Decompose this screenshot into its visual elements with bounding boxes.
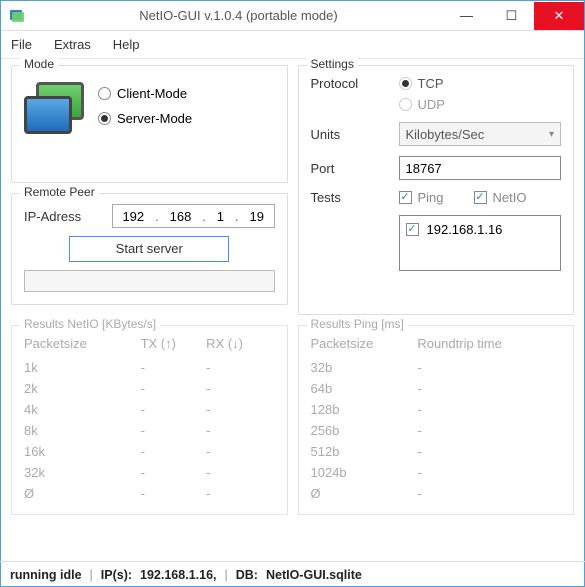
peer-listbox[interactable]: ✓ 192.168.1.16: [399, 215, 562, 271]
protocol-label: Protocol: [311, 76, 391, 91]
col-packetsize: Packetsize: [311, 334, 418, 357]
units-select[interactable]: Kilobytes/Sec ▾: [399, 122, 562, 146]
ip-label: IP-Adress: [24, 209, 104, 224]
radio-icon: [98, 87, 111, 100]
ip-octet-2: 168: [170, 209, 192, 224]
mode-title: Mode: [20, 57, 58, 71]
status-ips-label: IP(s):: [101, 568, 132, 582]
ip-octet-1: 192: [122, 209, 144, 224]
peer-ip: 192.168.1.16: [427, 222, 503, 237]
col-rtt: Roundtrip time: [417, 334, 561, 357]
status-db-label: DB:: [236, 568, 258, 582]
table-row: 128b-: [311, 399, 562, 420]
ip-address-input[interactable]: 192. 168. 1. 19: [112, 204, 275, 228]
table-row: Ø-: [311, 483, 562, 504]
col-rx: RX (↓): [206, 334, 274, 357]
table-row: 32b-: [311, 357, 562, 378]
ip-octet-4: 19: [250, 209, 264, 224]
app-icon: [9, 8, 25, 24]
table-row: 16k--: [24, 441, 275, 462]
radio-udp[interactable]: UDP: [399, 97, 445, 112]
table-row: 4k--: [24, 399, 275, 420]
port-label: Port: [311, 161, 391, 176]
menu-extras[interactable]: Extras: [54, 37, 91, 52]
check-icon: ✓: [406, 223, 419, 236]
check-icon: ✓: [399, 191, 412, 204]
remote-peer-title: Remote Peer: [20, 185, 99, 199]
table-row: 512b-: [311, 441, 562, 462]
settings-group: Settings Protocol TCP UDP Units: [298, 65, 575, 315]
radio-server-label: Server-Mode: [117, 111, 192, 126]
units-label: Units: [311, 127, 391, 142]
checkbox-ping[interactable]: ✓ Ping: [399, 190, 444, 205]
remote-peer-group: Remote Peer IP-Adress 192. 168. 1. 19 St…: [11, 193, 288, 305]
table-row: Ø--: [24, 483, 275, 504]
port-value: 18767: [406, 161, 442, 176]
progress-bar: [24, 270, 275, 292]
results-netio-table: Packetsize TX (↑) RX (↓) 1k--2k--4k--8k-…: [24, 334, 275, 504]
tests-label: Tests: [311, 190, 391, 205]
port-input[interactable]: 18767: [399, 156, 562, 180]
results-ping-title: Results Ping [ms]: [307, 317, 408, 331]
radio-tcp[interactable]: TCP: [399, 76, 445, 91]
titlebar: NetIO-GUI v.1.0.4 (portable mode) — ☐ ✕: [1, 1, 584, 31]
udp-label: UDP: [418, 97, 445, 112]
col-tx: TX (↑): [141, 334, 207, 357]
netio-label: NetIO: [493, 190, 527, 205]
statusbar: running idle | IP(s): 192.168.1.16, | DB…: [0, 561, 585, 587]
monitors-icon: [24, 82, 84, 142]
ping-label: Ping: [418, 190, 444, 205]
start-server-button[interactable]: Start server: [69, 236, 229, 262]
radio-icon: [98, 112, 111, 125]
checkbox-netio[interactable]: ✓ NetIO: [474, 190, 527, 205]
radio-icon: [399, 77, 412, 90]
table-row: 2k--: [24, 378, 275, 399]
radio-icon: [399, 98, 412, 111]
menubar: File Extras Help: [1, 31, 584, 59]
menu-help[interactable]: Help: [113, 37, 140, 52]
status-state: running idle: [10, 568, 82, 582]
ip-octet-3: 1: [217, 209, 224, 224]
tcp-label: TCP: [418, 76, 444, 91]
radio-server-mode[interactable]: Server-Mode: [98, 111, 192, 126]
col-packetsize: Packetsize: [24, 334, 141, 357]
settings-title: Settings: [307, 57, 358, 71]
mode-group: Mode Client-Mode Server-Mode: [11, 65, 288, 183]
results-ping-table: Packetsize Roundtrip time 32b-64b-128b-2…: [311, 334, 562, 504]
table-row: 1k--: [24, 357, 275, 378]
radio-client-label: Client-Mode: [117, 86, 187, 101]
maximize-button[interactable]: ☐: [489, 2, 534, 30]
status-ips: 192.168.1.16,: [140, 568, 216, 582]
list-item[interactable]: ✓ 192.168.1.16: [406, 222, 555, 237]
minimize-button[interactable]: —: [444, 2, 489, 30]
chevron-down-icon: ▾: [549, 129, 554, 140]
status-db: NetIO-GUI.sqlite: [266, 568, 362, 582]
results-ping-group: Results Ping [ms] Packetsize Roundtrip t…: [298, 325, 575, 515]
menu-file[interactable]: File: [11, 37, 32, 52]
units-value: Kilobytes/Sec: [406, 127, 485, 142]
window-controls: — ☐ ✕: [444, 2, 584, 30]
window-title: NetIO-GUI v.1.0.4 (portable mode): [33, 8, 444, 23]
table-row: 32k--: [24, 462, 275, 483]
results-netio-group: Results NetIO [KBytes/s] Packetsize TX (…: [11, 325, 288, 515]
check-icon: ✓: [474, 191, 487, 204]
radio-client-mode[interactable]: Client-Mode: [98, 86, 192, 101]
table-row: 256b-: [311, 420, 562, 441]
results-netio-title: Results NetIO [KBytes/s]: [20, 317, 160, 331]
table-row: 1024b-: [311, 462, 562, 483]
table-row: 8k--: [24, 420, 275, 441]
close-button[interactable]: ✕: [534, 2, 584, 30]
table-row: 64b-: [311, 378, 562, 399]
